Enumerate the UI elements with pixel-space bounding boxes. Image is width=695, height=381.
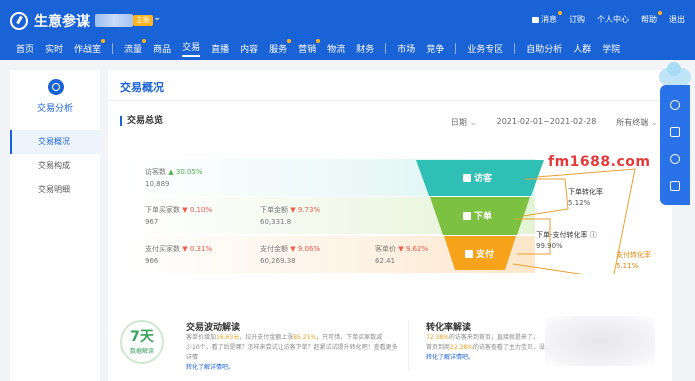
nav-item-market[interactable]: 市场 [397,42,415,55]
divider [108,100,672,101]
date-selector[interactable]: 日期 ⌄ [451,117,477,128]
chat-icon[interactable] [670,126,680,137]
nav-item-live[interactable]: 直播 [211,42,229,55]
logo[interactable]: 生意参谋 [10,11,90,31]
nav-divider [455,42,457,54]
metric-order-buyers: 下单买家数 ▼ 0.10% 967 [145,206,213,226]
wallet-icon [465,249,473,258]
chevron-down-icon: ⌄ [651,118,658,127]
shop-name-blurred [95,14,133,27]
user-icon [463,173,471,182]
floating-toolbar [660,85,690,205]
top-bar: 生意参谋 主账 ⌄ 消息 订购 个人中心 帮助 退出 首页 实时 作战室 流量 … [0,0,695,60]
sidebar-title: 交易分析 [36,104,73,114]
sidebar: 交易分析 交易概况 交易构成 交易明细 [10,70,100,381]
nav-item-self-analysis[interactable]: 自助分析 [526,42,562,55]
trend-down-icon: ▼ [182,245,188,253]
compass-icon [10,12,28,30]
nav-divider [112,42,114,54]
bell-icon[interactable] [670,99,680,110]
nav-item-content[interactable]: 内容 [240,42,258,55]
nav-item-academy[interactable]: 学院 [602,42,620,55]
header-link-profile[interactable]: 个人中心 [597,14,629,25]
nav-item-finance[interactable]: 财务 [356,42,374,55]
rate-order-conversion: 下单转化率 5.12% [568,188,603,207]
metric-pay-buyers: 支付买家数 ▼ 0.31% 966 [145,245,213,265]
nav-item-competition[interactable]: 竞争 [426,42,444,55]
header-links: 消息 订购 个人中心 帮助 退出 [532,11,685,25]
chevron-down-icon: ⌄ [469,118,477,127]
date-range: 2021-02-01~2021-02-28 [496,117,597,126]
learn-more-link[interactable]: 转化了解详情吧。 [186,363,401,373]
sidebar-item-composition[interactable]: 交易构成 [10,154,100,178]
notification-dot [287,38,292,43]
trend-down-icon: ▼ [290,245,296,253]
page-title: 交易概况 [120,81,164,94]
days-badge[interactable]: 7天 数据解读 [120,320,164,364]
nav-divider [514,42,516,54]
sidebar-item-overview[interactable]: 交易概况 [10,130,100,154]
trade-analysis-icon [48,79,64,95]
funnel-label-pay: 支付 [465,247,494,260]
card-divider [408,320,409,370]
notification-dot [101,38,106,43]
trend-down-icon: ▼ [290,206,296,214]
nav-item-product[interactable]: 商品 [153,42,171,55]
card-title-conversion: 转化率解读 [426,323,472,333]
metric-order-amount: 下单金额 ▼ 9.73% 60,331.8 [260,206,321,226]
hammer-icon [463,211,471,220]
header-link-logout[interactable]: 退出 [669,14,685,25]
help-icon[interactable]: ⓘ [590,231,597,239]
sidebar-item-detail[interactable]: 交易明细 [10,178,100,202]
home-icon[interactable] [670,180,680,191]
metric-pay-amount: 支付金额 ▼ 9.06% 60,269.38 [260,245,321,265]
nav-item-warroom[interactable]: 作战室 [74,38,106,55]
refresh-icon[interactable] [670,153,680,164]
section-title: 交易总览 [120,116,163,126]
nav-item-service[interactable]: 服务 [269,38,292,55]
rate-order-pay-conversion: 下单-支付转化率 ⓘ 99.90% [536,231,597,250]
watermark: fm1688.com [548,154,651,170]
trend-down-icon: ▼ [182,206,188,214]
header-link-message[interactable]: 消息 [532,11,562,25]
nav-item-marketing[interactable]: 营销 [298,38,321,55]
rate-pay-conversion: 支付转化率 5.11% [616,251,651,270]
funnel-label-order: 下单 [463,209,492,222]
message-icon [532,16,539,23]
terminal-selector[interactable]: 所有终端 ⌄ [616,117,658,128]
nav-divider [385,42,387,54]
blurred-region [545,316,655,366]
funnel-label-visitors: 访客 [463,171,492,184]
header-link-help[interactable]: 帮助 [641,11,662,25]
metric-visitors: 访客数 ▲ 30.05% 10,889 [145,168,203,188]
filter-controls: 日期 ⌄ 2021-02-01~2021-02-28 所有终端 ⌄ [451,117,658,128]
shop-badge: 主账 [133,15,153,26]
nav-item-traffic[interactable]: 流量 [124,38,147,55]
nav-item-home[interactable]: 首页 [16,42,34,55]
nav-item-realtime[interactable]: 实时 [45,42,63,55]
trend-down-icon: ▼ [398,245,404,253]
notification-dot [658,11,662,15]
notification-dot [142,38,147,43]
nav-item-business[interactable]: 业务专区 [467,42,503,55]
nav-item-logistics[interactable]: 物流 [327,42,345,55]
header-link-order[interactable]: 订购 [569,14,585,25]
nav-item-trade[interactable]: 交易 [182,40,201,57]
card-body-fluctuation: 客单价增加16.63元，拉升支付金额上涨85.21%，只可惜，下单买家数减 少1… [186,333,401,373]
main-nav: 首页 实时 作战室 流量 商品 交易 直播 内容 服务 营销 物流 财务 市场 … [0,36,695,60]
notification-dot [558,11,562,15]
app-title: 生意参谋 [34,14,90,30]
trend-up-icon: ▲ [168,168,174,176]
nav-item-crowd[interactable]: 人群 [573,42,591,55]
notification-dot [316,38,321,43]
chevron-down-icon[interactable]: ⌄ [153,12,161,23]
card-title-fluctuation: 交易波动解读 [186,323,241,333]
cloud-icon[interactable] [659,62,691,86]
